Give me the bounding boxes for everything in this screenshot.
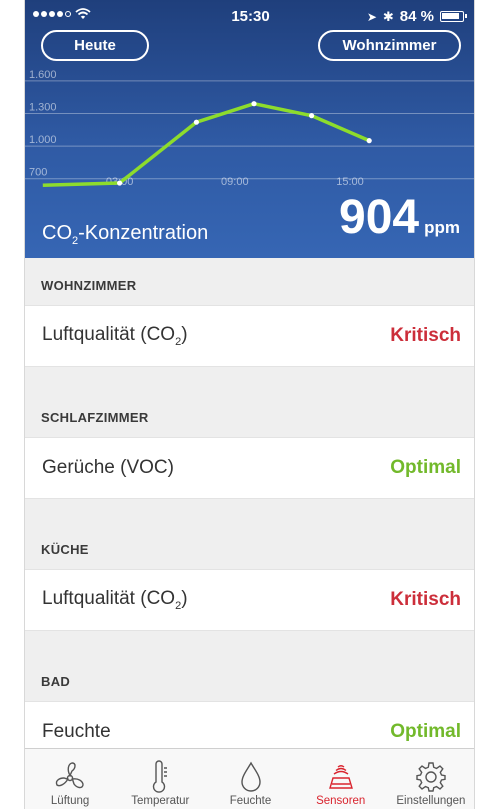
y-tick-label: 1.300 bbox=[29, 101, 57, 113]
tab-label: Sensoren bbox=[316, 795, 366, 807]
data-point bbox=[309, 113, 315, 119]
sensor-label: Gerüche (VOC) bbox=[42, 457, 174, 479]
co2-line-chart: 7001.0001.3001.60003:0009:0015:00 bbox=[25, 70, 474, 188]
tab-temperatur[interactable]: Temperatur bbox=[115, 749, 205, 809]
metric-label-rest: -Konzentration bbox=[78, 222, 209, 244]
location-icon: ➤ bbox=[366, 9, 377, 24]
tab-einstellungen[interactable]: Einstellungen bbox=[386, 749, 474, 809]
section-header-schlafzimmer: SCHLAFZIMMER bbox=[41, 410, 149, 425]
tab-lueftung[interactable]: Lüftung bbox=[25, 749, 115, 809]
metric-unit: ppm bbox=[424, 218, 460, 237]
data-point bbox=[366, 138, 372, 144]
metric-value-group: 904 ppm bbox=[339, 190, 460, 245]
tab-label: Einstellungen bbox=[396, 795, 466, 807]
tab-feuchte[interactable]: Feuchte bbox=[205, 749, 295, 809]
metric-label-main: CO bbox=[42, 222, 72, 244]
sensor-status: Kritisch bbox=[390, 325, 461, 346]
battery-percentage: 84 % bbox=[399, 8, 434, 25]
metric-value: 904 bbox=[339, 191, 420, 244]
y-tick-label: 1.000 bbox=[29, 134, 57, 146]
status-bar: 15:30 ➤ ✱ 84 % bbox=[25, 0, 474, 34]
gear-icon bbox=[416, 762, 446, 792]
section-header-kueche: KÜCHE bbox=[41, 542, 89, 557]
header-panel: 15:30 ➤ ✱ 84 % Heute Wohnzimmer 700 1.000… bbox=[25, 0, 474, 258]
sensor-status: Kritisch bbox=[390, 589, 461, 610]
sensor-row-schlafzimmer[interactable]: Gerüche (VOC) Optimal bbox=[25, 437, 474, 499]
y-tick-label: 1.600 bbox=[29, 70, 57, 81]
sensor-list: WOHNZIMMER Luftqualität (CO2) Kritisch S… bbox=[25, 258, 474, 748]
bluetooth-icon: ✱ bbox=[382, 8, 394, 24]
sensor-label-text: Feuchte bbox=[42, 721, 111, 742]
tab-label: Temperatur bbox=[131, 795, 190, 807]
fan-icon bbox=[55, 762, 84, 789]
sensor-status: Optimal bbox=[390, 721, 461, 742]
thermometer-icon bbox=[153, 760, 168, 793]
data-point bbox=[193, 119, 199, 125]
sensor-icon bbox=[328, 765, 353, 789]
tab-label: Feuchte bbox=[229, 795, 272, 807]
sensor-label-end: ) bbox=[181, 324, 188, 346]
sensor-label: Luftqualität (CO2) bbox=[42, 324, 188, 348]
tab-bar: Lüftung Temperatur Feuchte Sensoren Eins… bbox=[25, 748, 474, 809]
droplet-icon bbox=[240, 761, 261, 792]
tab-sensoren[interactable]: Sensoren bbox=[296, 749, 386, 809]
sensor-row-wohnzimmer[interactable]: Luftqualität (CO2) Kritisch bbox=[25, 305, 474, 367]
x-tick-label: 15:00 bbox=[336, 176, 364, 188]
tab-label: Lüftung bbox=[50, 795, 90, 807]
sensor-label: Luftqualität (CO2) bbox=[42, 588, 188, 612]
x-tick-label: 09:00 bbox=[221, 176, 249, 188]
room-selector-button[interactable]: Wohnzimmer bbox=[318, 30, 461, 61]
sensor-label-text: Luftqualität (CO bbox=[42, 588, 176, 610]
period-button[interactable]: Heute bbox=[41, 30, 149, 61]
sensor-label-text: Luftqualität (CO bbox=[42, 324, 176, 346]
metric-label: CO2-Konzentration bbox=[42, 222, 208, 247]
sensor-status: Optimal bbox=[390, 457, 461, 478]
sensor-row-bad[interactable]: Feuchte Optimal bbox=[25, 701, 474, 748]
status-right-group: ➤ ✱ 84 % bbox=[366, 8, 467, 25]
sensor-label-end: ) bbox=[181, 588, 188, 610]
series-line bbox=[42, 101, 370, 187]
sensor-row-kueche[interactable]: Luftqualität (CO2) Kritisch bbox=[25, 569, 474, 631]
sensor-label: Feuchte bbox=[42, 721, 111, 743]
battery-icon bbox=[440, 11, 467, 22]
y-tick-label: 700 bbox=[29, 167, 47, 179]
sensor-label-text: Gerüche (VOC) bbox=[42, 457, 174, 478]
data-point bbox=[251, 101, 257, 107]
section-header-wohnzimmer: WOHNZIMMER bbox=[41, 278, 137, 293]
app-screen: 15:30 ➤ ✱ 84 % Heute Wohnzimmer 700 1.000… bbox=[24, 0, 475, 809]
section-header-bad: BAD bbox=[41, 674, 71, 689]
data-point bbox=[117, 180, 123, 186]
